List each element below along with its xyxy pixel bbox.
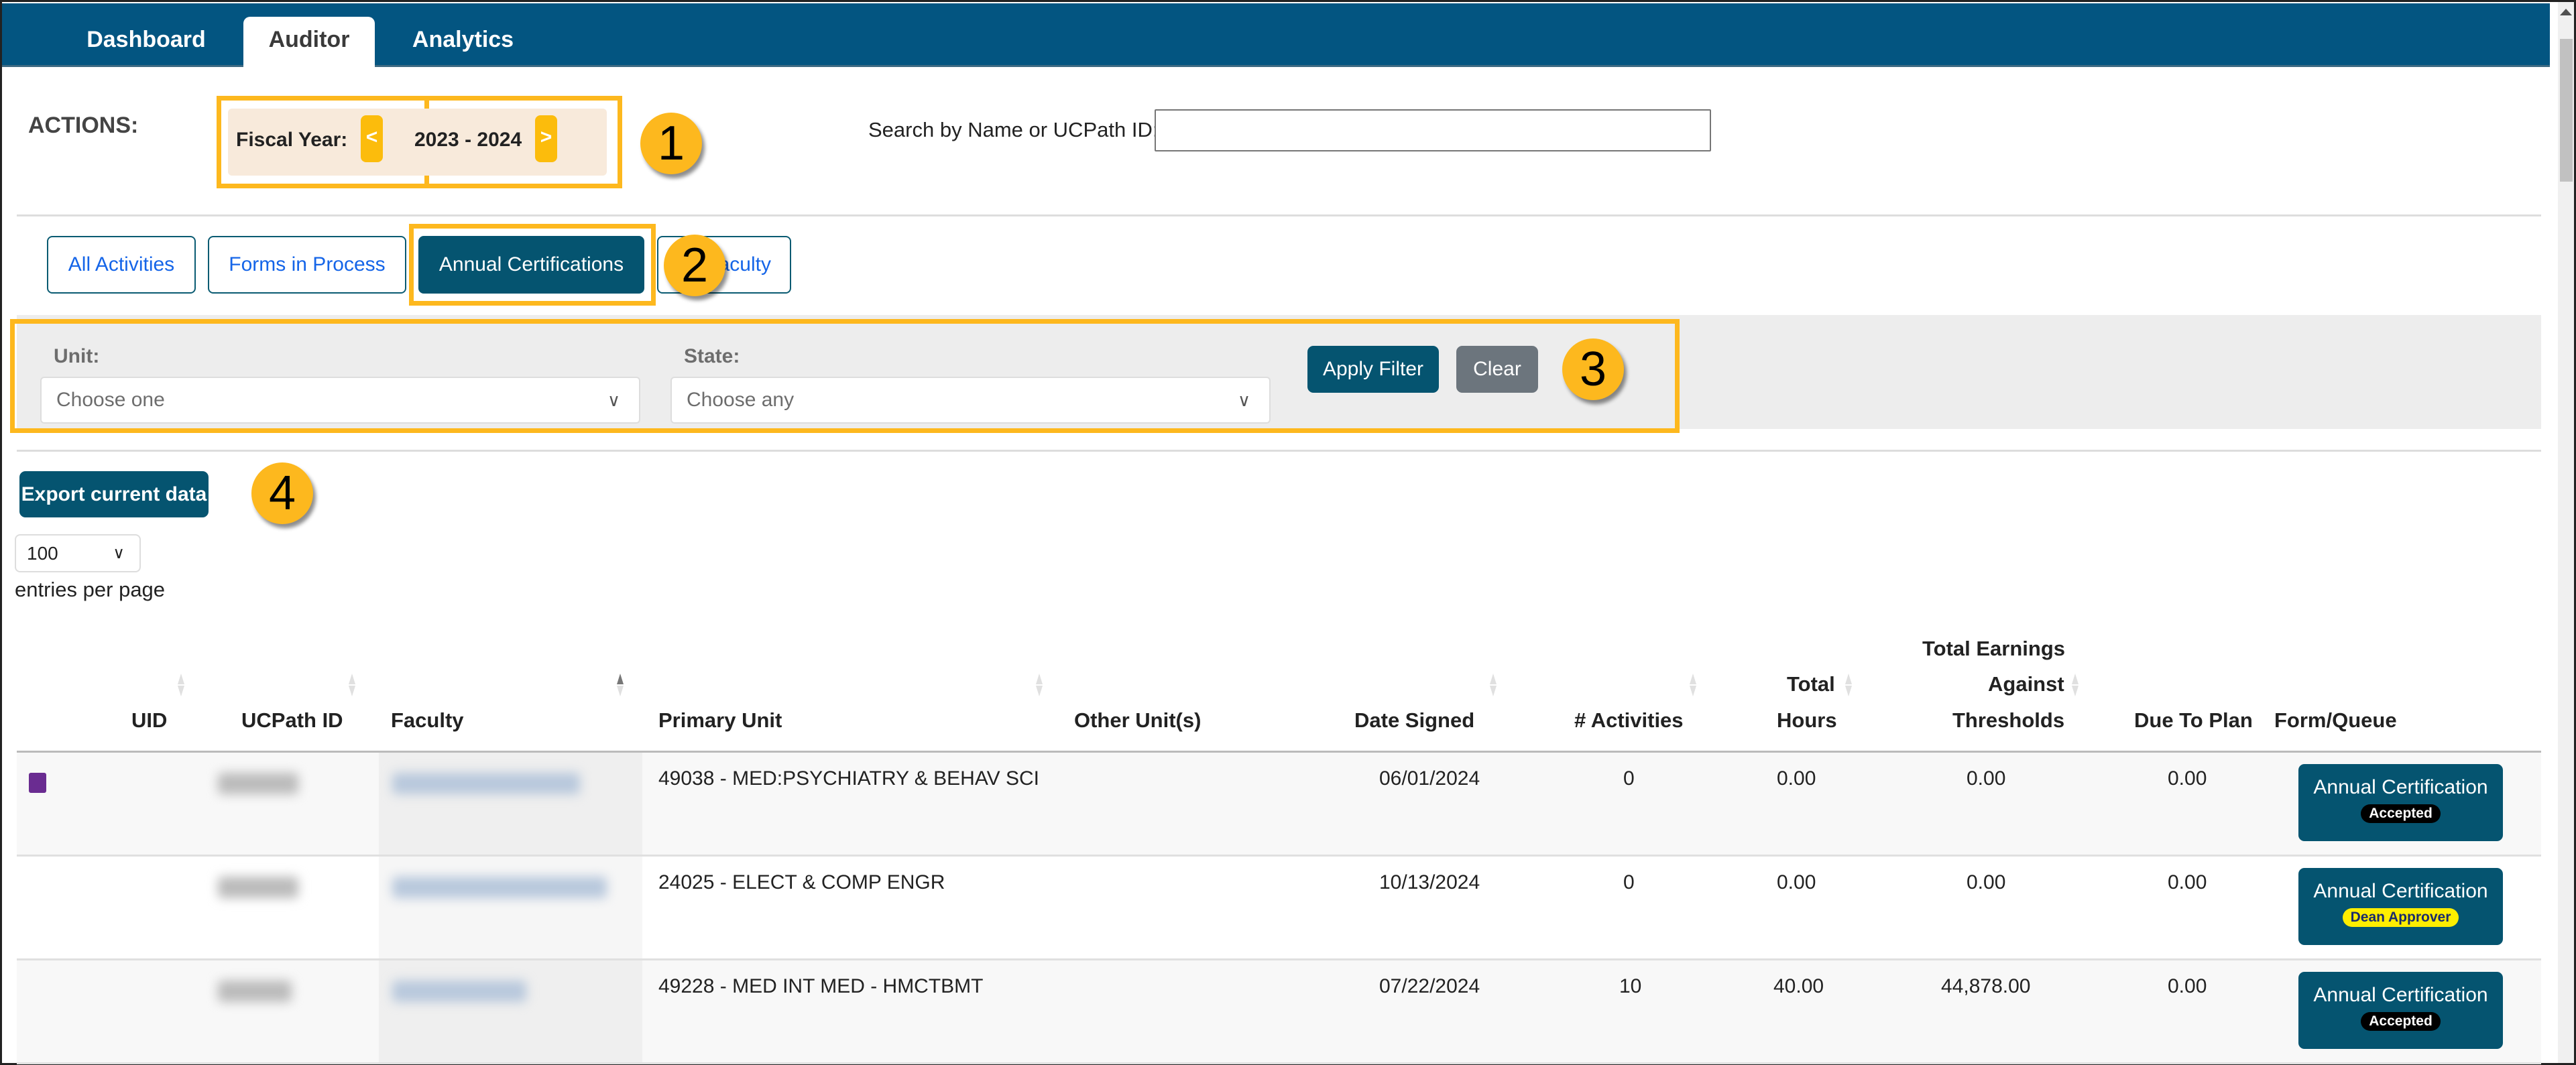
nav-tab-analytics[interactable]: Analytics (391, 17, 535, 68)
expand-row-icon[interactable] (29, 773, 46, 793)
sort-total-hours-icon[interactable] (1845, 674, 1852, 696)
fiscal-year-label: Fiscal Year: (236, 129, 348, 151)
status-badge: Accepted (2361, 1012, 2441, 1031)
total-earnings-cell: 44,878.00 (1941, 975, 2031, 997)
total-hours-cell: 40.00 (1773, 975, 1824, 997)
activities-cell: 0 (1623, 767, 1635, 790)
search-label: Search by Name or UCPath ID: (868, 118, 1159, 141)
total-earnings-cell: 0.00 (1967, 767, 2006, 790)
total-hours-cell: 0.00 (1777, 871, 1816, 893)
status-badge: Accepted (2361, 804, 2441, 823)
divider-filters (17, 450, 2541, 452)
divider-actions (17, 214, 2541, 216)
sort-total-earnings-icon[interactable] (2072, 674, 2079, 696)
form-title: Annual Certification (2313, 984, 2488, 1006)
column-header-date-signed[interactable]: Date Signed (1354, 708, 1474, 733)
fiscal-year-selector: Fiscal Year: < 2023 - 2024 > (228, 109, 607, 176)
tab-all-activities[interactable]: All Activities (47, 236, 196, 294)
state-filter-label: State: (684, 345, 740, 367)
sort-uid-icon[interactable] (178, 674, 184, 696)
due-to-plan-cell: 0.00 (2168, 975, 2207, 997)
fiscal-year-next-button[interactable]: > (535, 115, 557, 162)
primary-unit-cell: 24025 - ELECT & COMP ENGR (658, 871, 945, 893)
table-row: 49228 - MED INT MED - HMCTBMT 07/22/2024… (17, 960, 2541, 1064)
column-header-uid[interactable]: UID (131, 708, 167, 733)
entries-per-page-select[interactable]: 100 ∨ (15, 534, 141, 572)
search-input[interactable] (1155, 109, 1711, 151)
total-earnings-cell: 0.00 (1967, 871, 2006, 893)
annotation-marker-3: 3 (1562, 338, 1624, 400)
column-header-total-earnings-line3[interactable]: Thresholds (1952, 708, 2064, 733)
column-header-faculty[interactable]: Faculty (391, 708, 464, 733)
annual-certification-button[interactable]: Annual Certification Dean Approver (2298, 868, 2503, 945)
activities-cell: 0 (1623, 871, 1635, 893)
annotation-highlight-2 (409, 224, 656, 306)
nav-tab-auditor[interactable]: Auditor (243, 17, 375, 68)
actions-label: ACTIONS: (28, 113, 139, 138)
ucpath-id-redacted (218, 877, 298, 898)
faculty-name-link-redacted[interactable] (392, 773, 580, 794)
fiscal-year-value: 2023 - 2024 (414, 129, 522, 151)
tab-forms-in-process[interactable]: Forms in Process (208, 236, 406, 294)
ucpath-id-redacted (218, 981, 292, 1002)
apply-filter-button[interactable]: Apply Filter (1307, 346, 1439, 393)
unit-filter-label: Unit: (54, 345, 100, 367)
table-row: 49038 - MED:PSYCHIATRY & BEHAV SCI 06/01… (17, 753, 2541, 857)
scroll-up-arrow-icon[interactable] (2560, 9, 2572, 15)
state-select[interactable]: Choose any ∨ (670, 377, 1271, 424)
faculty-name-link-redacted[interactable] (392, 877, 607, 898)
column-header-activities[interactable]: # Activities (1574, 708, 1684, 733)
column-header-ucpath-id[interactable]: UCPath ID (241, 708, 343, 733)
page-size-value: 100 (27, 543, 58, 564)
fiscal-year-prev-button[interactable]: < (361, 115, 383, 162)
form-title: Annual Certification (2313, 880, 2488, 902)
date-signed-cell: 06/01/2024 (1379, 767, 1480, 790)
sort-primary-unit-icon[interactable] (1036, 674, 1043, 696)
unit-select[interactable]: Choose one ∨ (40, 377, 640, 424)
due-to-plan-cell: 0.00 (2168, 767, 2207, 790)
annual-certification-button[interactable]: Annual Certification Accepted (2298, 972, 2503, 1049)
primary-unit-cell: 49038 - MED:PSYCHIATRY & BEHAV SCI (658, 767, 1039, 790)
column-header-total-hours-line1[interactable]: Total (1787, 672, 1835, 696)
form-title: Annual Certification (2313, 776, 2488, 798)
date-signed-cell: 07/22/2024 (1379, 975, 1480, 997)
sort-date-signed-icon[interactable] (1490, 674, 1497, 696)
column-header-total-hours-line2[interactable]: Hours (1777, 708, 1837, 733)
sort-ucpath-icon[interactable] (349, 674, 355, 696)
total-hours-cell: 0.00 (1777, 767, 1816, 790)
export-current-data-button[interactable]: Export current data (19, 471, 209, 517)
sort-activities-icon[interactable] (1690, 674, 1696, 696)
annotation-marker-4: 4 (251, 462, 313, 524)
chevron-down-icon: ∨ (607, 390, 620, 410)
faculty-name-link-redacted[interactable] (392, 981, 526, 1002)
nav-tab-dashboard[interactable]: Dashboard (69, 17, 223, 68)
column-header-other-units[interactable]: Other Unit(s) (1074, 708, 1201, 733)
state-select-value: Choose any (687, 389, 795, 411)
activities-cell: 10 (1619, 975, 1642, 997)
column-header-form-queue: Form/Queue (2274, 708, 2397, 732)
clear-filter-button[interactable]: Clear (1456, 346, 1538, 393)
entries-per-page-label: entries per page (15, 578, 166, 601)
date-signed-cell: 10/13/2024 (1379, 871, 1480, 893)
top-navbar: Dashboard Auditor Analytics (2, 3, 2550, 68)
column-header-total-earnings-line2[interactable]: Against (1988, 672, 2064, 696)
due-to-plan-cell: 0.00 (2168, 871, 2207, 893)
sort-faculty-ascending-icon[interactable] (617, 674, 624, 696)
vertical-scrollbar[interactable] (2558, 2, 2574, 1063)
status-badge: Dean Approver (2342, 908, 2459, 927)
column-header-primary-unit[interactable]: Primary Unit (658, 708, 782, 733)
chevron-down-icon: ∨ (1237, 390, 1250, 410)
annotation-marker-2: 2 (664, 235, 725, 296)
unit-select-value: Choose one (56, 389, 165, 411)
annual-certification-button[interactable]: Annual Certification Accepted (2298, 764, 2503, 841)
annotation-marker-1: 1 (640, 113, 702, 174)
table-row: 24025 - ELECT & COMP ENGR 10/13/2024 0 0… (17, 857, 2541, 960)
chevron-down-icon: ∨ (113, 544, 125, 562)
primary-unit-cell: 49228 - MED INT MED - HMCTBMT (658, 975, 984, 997)
column-header-total-earnings-line1[interactable]: Total Earnings (1922, 637, 2065, 661)
column-header-due-to-plan[interactable]: Due To Plan (2134, 708, 2253, 733)
scroll-thumb[interactable] (2560, 39, 2573, 182)
ucpath-id-redacted (218, 773, 298, 794)
